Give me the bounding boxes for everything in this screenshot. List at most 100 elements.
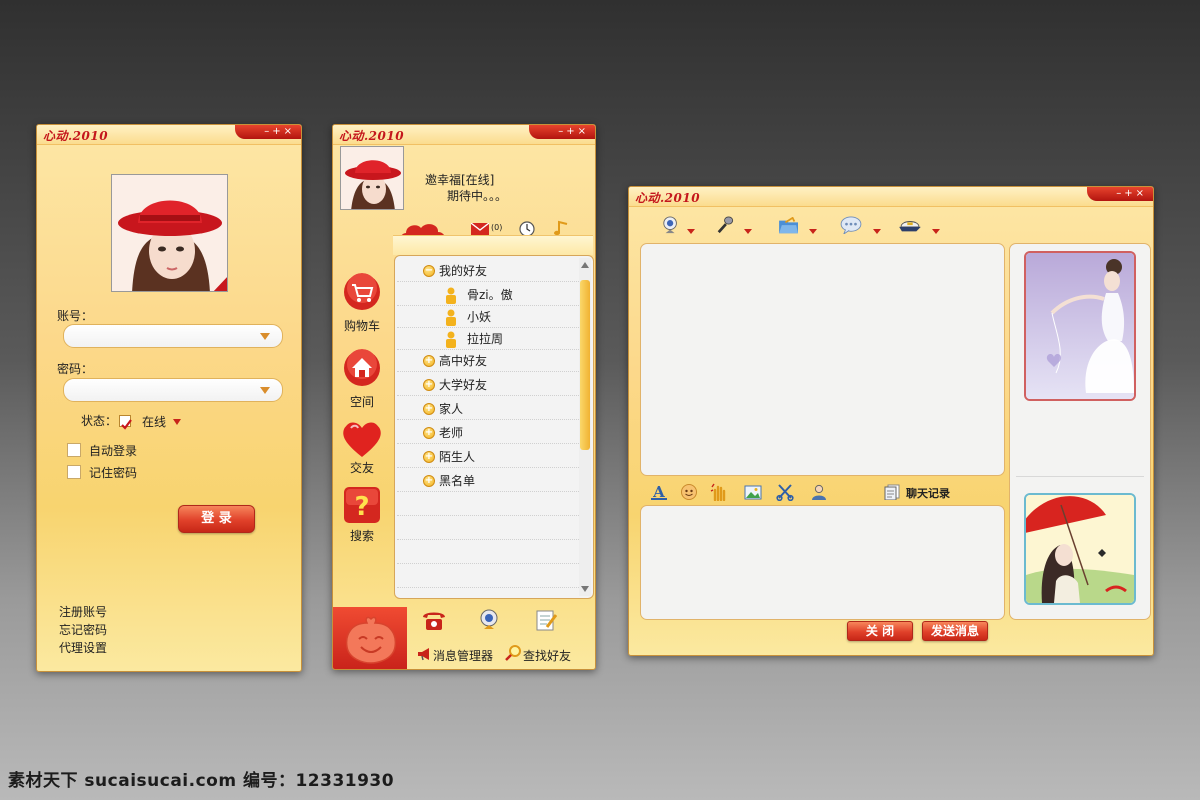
window-controls: –+× [235, 125, 301, 139]
scroll-thumb[interactable] [580, 280, 590, 450]
group-row[interactable]: + 黑名单 [397, 470, 579, 492]
font-icon[interactable]: A [650, 483, 668, 501]
expand-icon[interactable]: + [423, 451, 435, 463]
login-button[interactable]: 登 录 [178, 505, 255, 533]
friend-name: 骨zi。傲 [467, 288, 513, 302]
message-input[interactable] [640, 505, 1005, 620]
expand-icon[interactable]: + [423, 427, 435, 439]
maximize-button[interactable]: + [272, 126, 283, 137]
mascot-tile[interactable] [333, 607, 407, 669]
group-row[interactable]: + 家人 [397, 398, 579, 420]
user-avatar[interactable] [111, 174, 228, 292]
music-note-icon[interactable] [553, 220, 569, 236]
title-bar: 心动.2010 –+× [629, 187, 1153, 207]
webcam-icon[interactable] [661, 216, 681, 234]
svg-text:?: ? [354, 492, 369, 522]
friend-row[interactable]: 骨zi。傲 [397, 284, 579, 306]
telephone-icon[interactable] [421, 609, 447, 631]
umbrella-girl-illustration [1026, 495, 1134, 603]
folder-icon[interactable] [777, 217, 801, 235]
friend-avatar-icon [446, 309, 456, 326]
message-history-area[interactable] [640, 243, 1005, 476]
auto-login-checkbox[interactable] [67, 443, 81, 457]
webcam-icon[interactable] [479, 609, 499, 631]
chat-dropdown-arrow[interactable] [873, 229, 881, 234]
expand-icon[interactable]: + [423, 379, 435, 391]
cap-icon[interactable] [897, 217, 923, 235]
close-window-button[interactable]: × [578, 126, 589, 137]
question-mark-icon[interactable]: ? [344, 487, 380, 523]
ballerina-illustration [1026, 253, 1134, 399]
friend-name: 拉拉周 [467, 332, 504, 346]
contacts-window: 心动.2010 –+× 邀幸福[在线] 期待中。。。 购物车 空间 交友 ? 搜… [332, 124, 596, 670]
contact-icon[interactable] [810, 483, 828, 501]
expand-icon[interactable]: + [423, 355, 435, 367]
login-window: 心动.2010 –+× 账号： 密码： 状态： 在线 自动登录 记住密码 登 录… [36, 124, 302, 672]
title-bar: 心动.2010 –+× [333, 125, 595, 145]
remember-password-checkbox[interactable] [67, 465, 81, 479]
account-combobox[interactable] [63, 324, 283, 348]
friend-row[interactable]: 拉拉周 [397, 328, 579, 350]
empty-row [397, 542, 579, 564]
empty-row [397, 518, 579, 540]
group-row[interactable]: + 大学好友 [397, 374, 579, 396]
girl-red-hat-portrait [341, 147, 403, 209]
user-avatar-small[interactable] [340, 146, 404, 210]
find-friend-button[interactable]: 查找好友 [523, 647, 571, 664]
nav-make-friends[interactable]: 交友 [336, 459, 388, 476]
webcam-dropdown-arrow[interactable] [687, 229, 695, 234]
empty-row [397, 566, 579, 588]
chat-history-button[interactable]: 聊天记录 [906, 485, 950, 501]
close-button[interactable]: 关 闭 [847, 621, 913, 641]
folder-dropdown-arrow[interactable] [809, 229, 817, 234]
smiley-mascot-icon [345, 616, 397, 664]
image-icon[interactable] [744, 483, 762, 501]
status-checkbox[interactable] [119, 415, 132, 430]
user-signature[interactable]: 期待中。。。 [447, 187, 507, 204]
scroll-down-arrow[interactable] [581, 586, 589, 592]
notepad-icon[interactable] [535, 609, 557, 631]
buddy-list[interactable]: − 我的好友骨zi。傲小妖拉拉周 + 高中好友 + 大学好友 + 家人 + 老师 + 陌生人 + 黑名单 [394, 255, 594, 599]
group-row[interactable]: − 我的好友 [397, 260, 579, 282]
emoticon-icon[interactable] [680, 483, 698, 501]
contact-portrait[interactable] [1024, 251, 1136, 401]
shopping-cart-icon[interactable] [343, 273, 381, 311]
expand-icon[interactable]: + [423, 403, 435, 415]
friend-row[interactable]: 小妖 [397, 306, 579, 328]
collapse-icon[interactable]: − [423, 265, 435, 277]
group-row[interactable]: + 老师 [397, 422, 579, 444]
send-message-button[interactable]: 发送消息 [922, 621, 988, 641]
password-combobox[interactable] [63, 378, 283, 402]
scroll-up-arrow[interactable] [581, 262, 589, 268]
wave-icon[interactable] [710, 483, 728, 501]
close-window-button[interactable]: × [284, 126, 295, 137]
forgot-password-link[interactable]: 忘记密码 [59, 621, 107, 638]
cap-dropdown-arrow[interactable] [932, 229, 940, 234]
chevron-down-icon[interactable] [260, 333, 270, 340]
maximize-button[interactable]: + [566, 126, 577, 137]
message-manager-button[interactable]: 消息管理器 [433, 647, 493, 664]
house-icon[interactable] [343, 349, 381, 387]
proxy-settings-link[interactable]: 代理设置 [59, 639, 107, 656]
chat-window: 心动.2010 –+× A 聊天记录 关 闭 发送消息 [628, 186, 1154, 656]
caret-down-icon [172, 419, 181, 425]
expand-icon[interactable]: + [423, 475, 435, 487]
nav-space[interactable]: 空间 [336, 393, 388, 410]
scissors-icon[interactable] [776, 483, 794, 501]
microphone-dropdown-arrow[interactable] [744, 229, 752, 234]
chevron-down-icon[interactable] [260, 387, 270, 394]
auto-login-label: 自动登录 [89, 444, 138, 458]
microphone-icon[interactable] [715, 216, 735, 234]
close-window-button[interactable]: × [1136, 188, 1147, 199]
register-account-link[interactable]: 注册账号 [59, 603, 107, 620]
scrollbar[interactable] [579, 258, 591, 596]
group-row[interactable]: + 高中好友 [397, 350, 579, 372]
heart-icon[interactable] [341, 419, 383, 459]
chat-bubble-icon[interactable] [839, 216, 863, 234]
own-portrait[interactable] [1024, 493, 1136, 605]
maximize-button[interactable]: + [1124, 188, 1135, 199]
nav-search[interactable]: 搜索 [336, 527, 388, 544]
nav-shopping-cart[interactable]: 购物车 [336, 317, 388, 334]
group-row[interactable]: + 陌生人 [397, 446, 579, 468]
status-selector[interactable]: 在线 [142, 413, 181, 430]
